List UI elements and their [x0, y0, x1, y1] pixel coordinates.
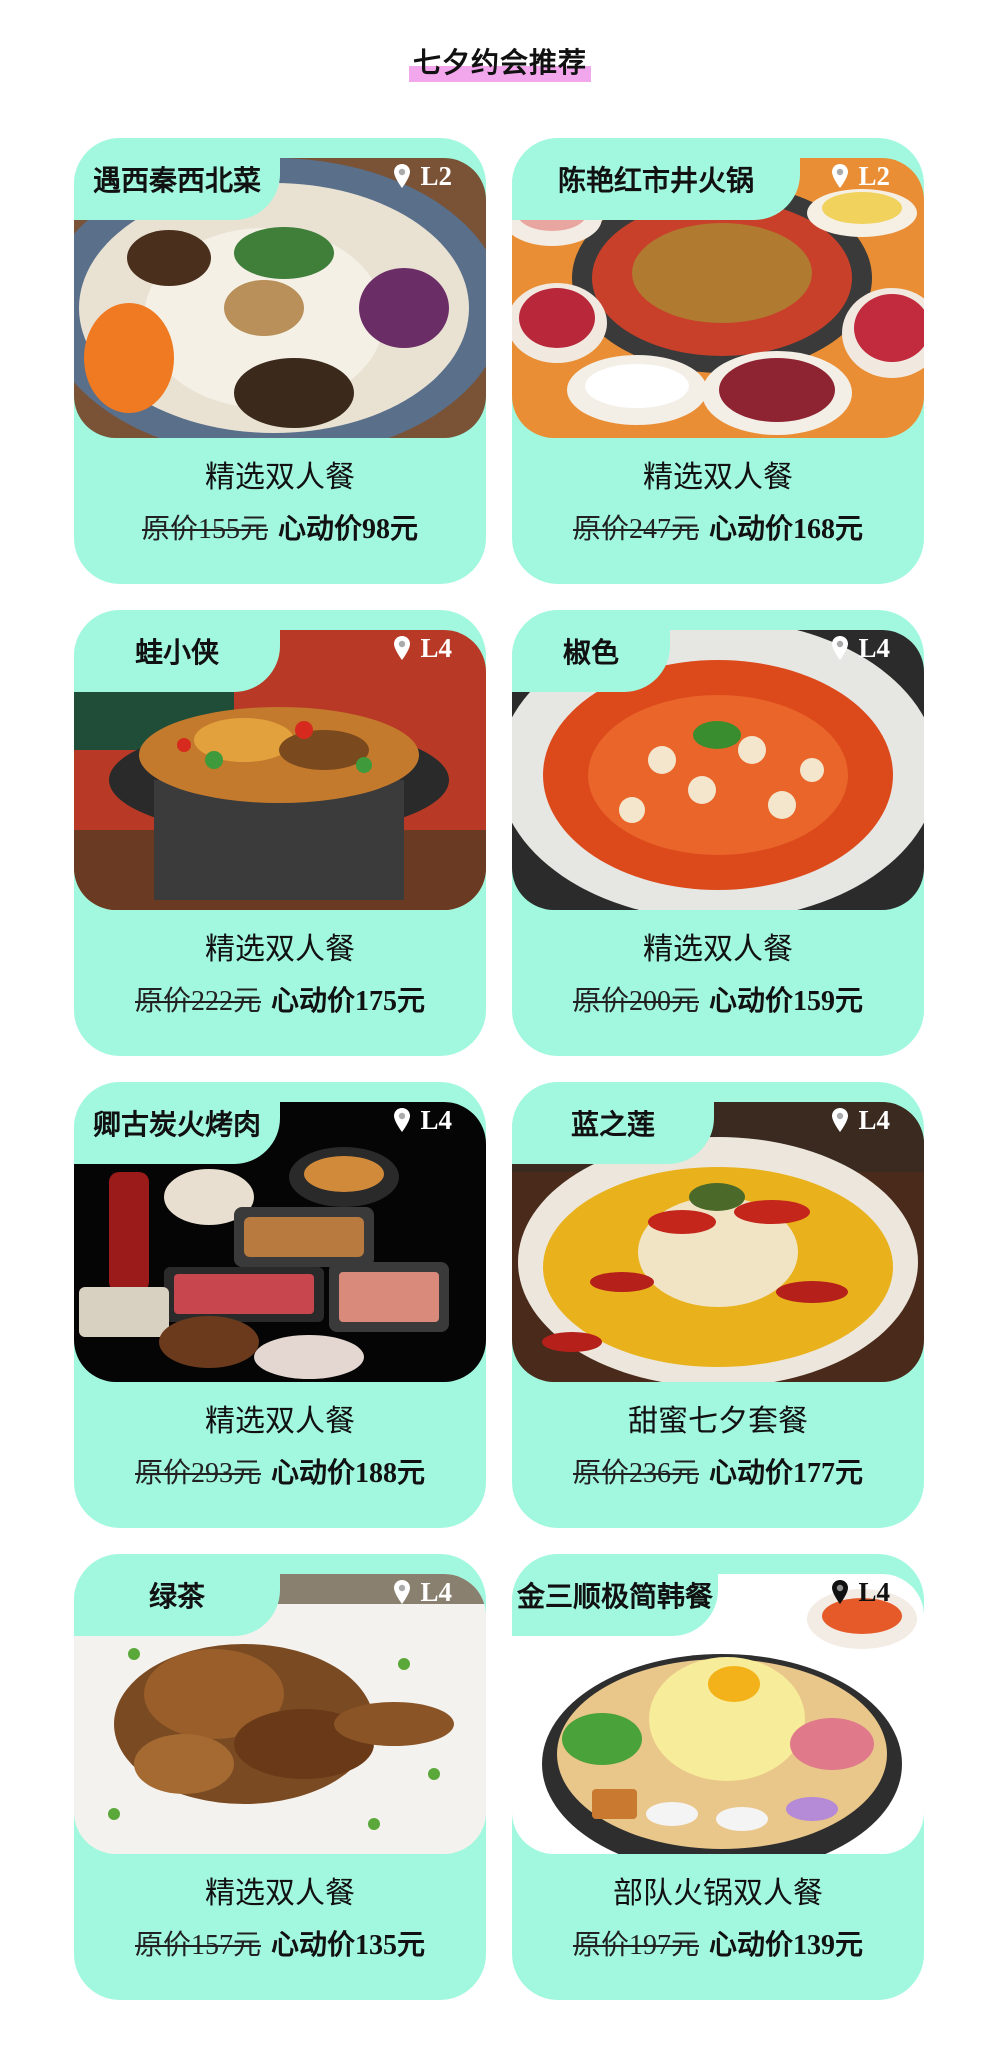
location-pin-icon	[832, 1580, 849, 1604]
original-price: 原价197元	[572, 1930, 699, 1961]
floor-label: L4	[858, 632, 890, 663]
price-line: 原价197元 心动价139元	[512, 1924, 924, 1968]
deal-price: 心动价168元	[709, 514, 864, 545]
floor-location: L2	[394, 156, 452, 196]
original-price: 原价222元	[134, 986, 261, 1017]
price-line: 原价155元 心动价98元	[74, 508, 486, 552]
location-pin-icon	[394, 1108, 411, 1132]
floor-location: L4	[832, 628, 890, 668]
restaurant-card[interactable]: 蓝之莲 L4 甜蜜七夕套餐 原价236元 心动价177元	[512, 1082, 924, 1528]
location-pin-icon	[832, 164, 849, 188]
package-name: 精选双人餐	[205, 1877, 355, 1910]
restaurant-card[interactable]: 遇西秦西北菜 L2 精选双人餐 原价155元 心动价98元	[74, 138, 486, 584]
restaurant-card[interactable]: 蛙小侠 L4 精选双人餐 原价222元 心动价175元	[74, 610, 486, 1056]
location-pin-icon	[832, 636, 849, 660]
package-name: 甜蜜七夕套餐	[628, 1405, 808, 1438]
package-name: 精选双人餐	[205, 1405, 355, 1438]
restaurant-name: 卿古炭火烤肉	[74, 1082, 280, 1164]
original-price: 原价157元	[134, 1930, 261, 1961]
restaurant-card[interactable]: 卿古炭火烤肉 L4 精选双人餐 原价293元 心动价188元	[74, 1082, 486, 1528]
package-name: 精选双人餐	[205, 933, 355, 966]
restaurant-card[interactable]: 椒色 L4 精选双人餐 原价200元 心动价159元	[512, 610, 924, 1056]
package-name: 部队火锅双人餐	[613, 1877, 823, 1910]
package-name: 精选双人餐	[643, 933, 793, 966]
deal-price: 心动价135元	[271, 1930, 426, 1961]
restaurant-name: 蓝之莲	[512, 1082, 714, 1164]
deal-price: 心动价188元	[271, 1458, 426, 1489]
location-pin-icon	[394, 164, 411, 188]
original-price: 原价247元	[572, 514, 699, 545]
original-price: 原价200元	[572, 986, 699, 1017]
floor-label: L4	[420, 632, 452, 663]
restaurant-name: 遇西秦西北菜	[74, 138, 280, 220]
restaurant-name: 金三顺极简韩餐	[512, 1554, 718, 1636]
floor-label: L2	[420, 160, 452, 191]
restaurant-name: 蛙小侠	[74, 610, 280, 692]
restaurant-name: 椒色	[512, 610, 670, 692]
original-price: 原价236元	[572, 1458, 699, 1489]
restaurant-card[interactable]: 金三顺极简韩餐 L4 部队火锅双人餐 原价197元 心动价139元	[512, 1554, 924, 2000]
floor-label: L4	[858, 1576, 890, 1607]
floor-location: L4	[832, 1100, 890, 1140]
package-name: 精选双人餐	[205, 461, 355, 494]
floor-label: L2	[858, 160, 890, 191]
floor-label: L4	[858, 1104, 890, 1135]
floor-label: L4	[420, 1576, 452, 1607]
floor-location: L4	[394, 628, 452, 668]
restaurant-name: 陈艳红市井火锅	[512, 138, 800, 220]
location-pin-icon	[832, 1108, 849, 1132]
deal-price: 心动价98元	[278, 514, 419, 545]
deal-price: 心动价177元	[709, 1458, 864, 1489]
original-price: 原价155元	[141, 514, 268, 545]
price-line: 原价293元 心动价188元	[74, 1452, 486, 1496]
floor-location: L4	[394, 1572, 452, 1612]
price-line: 原价236元 心动价177元	[512, 1452, 924, 1496]
header: 七夕约会推荐	[0, 44, 1000, 84]
deal-price: 心动价175元	[271, 986, 426, 1017]
original-price: 原价293元	[134, 1458, 261, 1489]
restaurant-card[interactable]: 陈艳红市井火锅 L2 精选双人餐 原价247元 心动价168元	[512, 138, 924, 584]
restaurant-name: 绿茶	[74, 1554, 280, 1636]
package-name: 精选双人餐	[643, 461, 793, 494]
price-line: 原价222元 心动价175元	[74, 980, 486, 1024]
price-line: 原价247元 心动价168元	[512, 508, 924, 552]
price-line: 原价200元 心动价159元	[512, 980, 924, 1024]
floor-location: L2	[832, 156, 890, 196]
location-pin-icon	[394, 1580, 411, 1604]
restaurant-card[interactable]: 绿茶 L4 精选双人餐 原价157元 心动价135元	[74, 1554, 486, 2000]
page-title: 七夕约会推荐	[408, 44, 592, 84]
floor-label: L4	[420, 1104, 452, 1135]
price-line: 原价157元 心动价135元	[74, 1924, 486, 1968]
deal-price: 心动价159元	[709, 986, 864, 1017]
floor-location: L4	[394, 1100, 452, 1140]
location-pin-icon	[394, 636, 411, 660]
floor-location: L4	[832, 1572, 890, 1612]
deal-price: 心动价139元	[709, 1930, 864, 1961]
